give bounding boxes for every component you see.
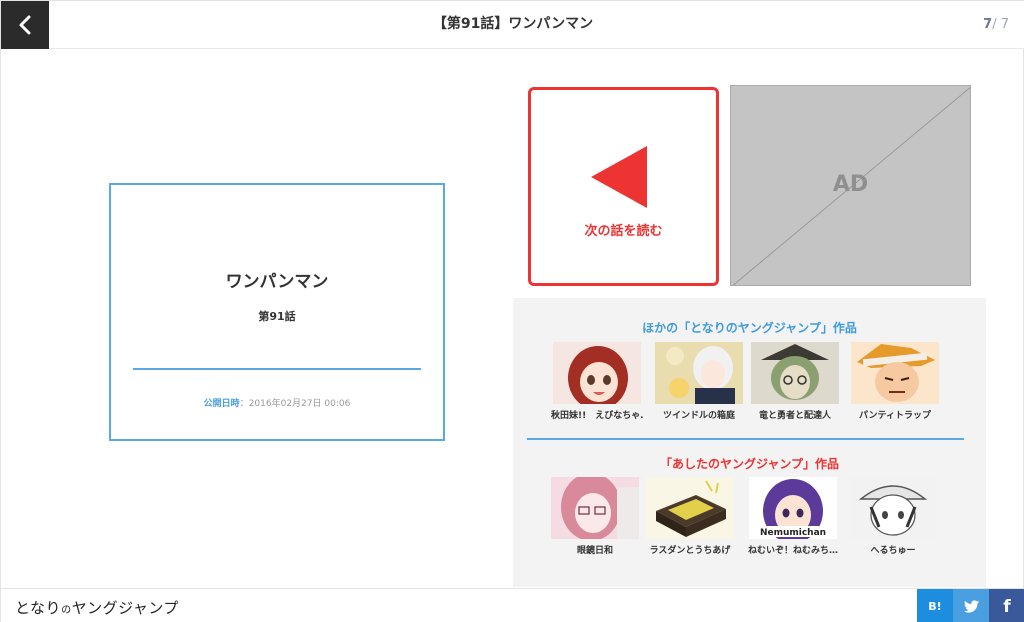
page-separator: / [992,17,1001,32]
hatena-icon: B! [928,600,942,613]
work-title: 竜と勇者と配達人 [758,411,831,421]
header-bar: 【第91話】ワンパンマン 7/ 7 [1,1,1024,49]
manga-thumbnail: Nemumichan [749,477,837,539]
episode-number: 第91話 [258,310,296,323]
work-title: ねむいぞ！ねむみち… [747,546,838,556]
logo-text-2: の [61,605,72,616]
work-card[interactable]: 秋田妹!! えびなちゃ… [551,342,643,421]
other-works-row: 秋田妹!! えびなちゃ… ツインドルの箱庭 竜と勇者と配達人 パンティトラップ [513,342,986,432]
work-title: ラスダンとうちあげ [649,546,731,556]
publish-date: 公開日時：2016年02月27日 00:06 [111,396,443,409]
recommendations-divider [527,438,964,440]
recommendations-panel: ほかの「となりのヤングジャンプ」作品 秋田妹!! えびなちゃ… ツインドルの箱庭… [513,298,986,587]
hatena-bookmark-button[interactable]: B! [917,589,953,622]
tomorrow-works-row: 眼鏡日和 ラスダンとうちあげ Nemumichan ねむいぞ！ねむみち… へるち… [513,477,986,567]
work-card[interactable]: 眼鏡日和 [549,477,641,556]
footer-bar: となりのヤングジャンプ B! f [1,588,1024,622]
page-total: 7 [1000,17,1009,32]
facebook-share-button[interactable]: f [989,589,1024,622]
back-button[interactable] [1,1,49,49]
logo-text-3: ヤングジャンプ [71,599,179,617]
manga-thumbnail [751,342,839,404]
site-logo[interactable]: となりのヤングジャンプ [15,597,179,618]
next-episode-label: 次の話を読む [584,224,663,239]
work-card[interactable]: ツインドルの箱庭 [653,342,745,421]
chevron-left-icon [19,15,31,35]
work-title: パンティトラップ [859,411,931,421]
play-left-arrow-icon [591,146,647,208]
manga-thumbnail [553,342,641,404]
divider [133,368,421,370]
work-title: 秋田妹!! えびなちゃ… [551,411,643,421]
publish-date-label: 公開日時 [203,399,240,409]
ad-label: AD [832,172,869,197]
thumbnail-overlay-text: Nemumichan [760,528,826,538]
episode-end-card: ワンパンマン 第91話 公開日時：2016年02月27日 00:06 [109,183,445,441]
work-card[interactable]: 竜と勇者と配達人 [749,342,841,421]
page-current: 7 [983,17,993,32]
manga-thumbnail [851,342,939,404]
publish-date-value: 2016年02月27日 00:06 [248,399,351,409]
manga-thumbnail [655,342,743,404]
page-counter: 7/ 7 [983,1,1009,49]
manga-thumbnail [849,477,937,539]
work-card[interactable]: パンティトラップ [849,342,941,421]
work-card[interactable]: ラスダンとうちあげ [644,477,736,556]
logo-text-1: となり [15,599,62,617]
manga-thumbnail [646,477,734,539]
work-card[interactable]: へるちゅー [847,477,939,556]
work-card[interactable]: Nemumichan ねむいぞ！ねむみち… [747,477,839,556]
twitter-bird-icon [963,600,979,613]
tomorrow-works-heading: 「あしたのヤングジャンプ」作品 [659,457,840,471]
series-title: ワンパンマン [225,272,329,292]
facebook-icon: f [1003,596,1011,617]
publish-date-sep: ： [239,399,249,409]
manga-thumbnail [551,477,639,539]
work-title: へるちゅー [870,546,916,556]
other-works-heading: ほかの「となりのヤングジャンプ」作品 [642,321,857,335]
work-title: 眼鏡日和 [576,546,613,556]
next-episode-button[interactable]: 次の話を読む [528,87,719,286]
twitter-share-button[interactable] [953,589,989,622]
work-title: ツインドルの箱庭 [662,411,735,421]
ad-placeholder[interactable]: AD [730,85,971,286]
viewer-page: 【第91話】ワンパンマン 7/ 7 ワンパンマン 第91話 公開日時：2016年… [0,0,1024,622]
page-title: 【第91話】ワンパンマン [432,16,594,32]
